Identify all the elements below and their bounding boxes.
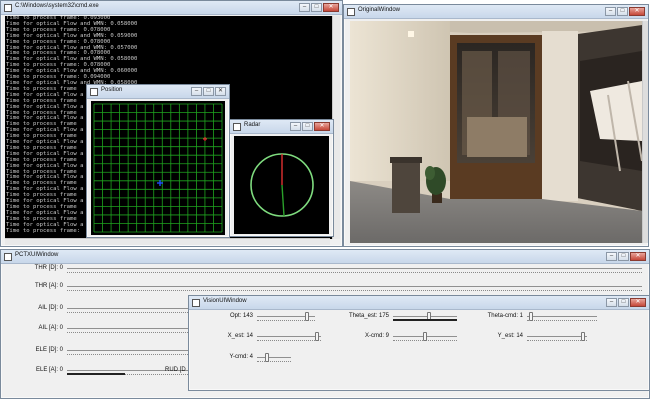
close-button[interactable]: ✕ [630, 298, 646, 307]
cmd-title: C:\Windows\system32\cmd.exe [15, 3, 99, 9]
vision-slider-3: X_est: 14 [189, 330, 321, 342]
minimize-button[interactable]: – [605, 7, 616, 16]
vision-slider-1: Theta_est: 175 [329, 310, 457, 322]
pctx-slider-3-label: AIL [A]: 0 [38, 325, 63, 331]
vision-slider-0-label: Opt: 143 [229, 313, 253, 319]
pctx-slider-2-label: AIL [D]: 0 [38, 305, 63, 311]
radar-window: Radar – □ ✕ [229, 119, 334, 237]
pctx-slider-1: THR [A]: 0 [1, 280, 642, 292]
vision-slider-6: Y-cmd: 4 [189, 351, 291, 363]
vision-slider-6-ticks [257, 359, 291, 362]
position-window: Position – □ ✕ [86, 84, 230, 238]
console-icon [4, 4, 12, 12]
vision-slider-5: Y_est: 14 [469, 330, 587, 342]
minimize-button[interactable]: – [606, 298, 617, 307]
vision-slider-1-track[interactable] [393, 316, 457, 317]
window-icon [90, 88, 98, 96]
minimize-button[interactable]: – [290, 122, 301, 131]
vision-slider-3-ticks [257, 338, 321, 341]
pctx-slider-4-label: ELE [D]: 0 [35, 347, 63, 353]
pctx-slider-5-fill [67, 373, 125, 375]
visionui-window: VisionUIWindow – □ ✕ Opt: 143 Theta_est: … [188, 295, 650, 391]
maximize-button[interactable]: □ [203, 87, 214, 96]
pctx-slider-1-label: THR [A]: 0 [34, 283, 63, 289]
vision-slider-1-fill [393, 319, 457, 321]
original-window: OriginalWindow – □ ✕ [343, 4, 649, 247]
close-button[interactable]: ✕ [215, 87, 226, 96]
close-button[interactable]: ✕ [629, 7, 645, 16]
pctx-slider-0-track[interactable] [67, 268, 642, 269]
vision-slider-2-track[interactable] [527, 316, 597, 317]
pctx-slider-5-label: ELE [A]: 0 [35, 367, 63, 373]
vision-slider-1-label: Theta_est: 175 [348, 313, 389, 319]
window-icon [347, 8, 355, 16]
pctx-slider-1-track[interactable] [67, 286, 642, 287]
vision-slider-2-label: Theta-cmd: 1 [487, 313, 523, 319]
pctx-slider-0-label: THR [D]: 0 [34, 265, 63, 271]
vision-slider-2: Theta-cmd: 1 [469, 310, 597, 322]
vision-slider-2-ticks [527, 318, 597, 321]
camera-image [350, 21, 642, 243]
vision-slider-5-label: Y_est: 14 [497, 333, 523, 339]
minimize-button[interactable]: – [606, 252, 617, 261]
vision-slider-6-label: Y-cmd: 4 [229, 354, 253, 360]
original-titlebar[interactable]: OriginalWindow – □ ✕ [344, 5, 648, 19]
rud-slider-label: RUD [D [165, 367, 186, 373]
vision-slider-3-label: X_est: 14 [227, 333, 253, 339]
maximize-button[interactable]: □ [302, 122, 313, 131]
minimize-button[interactable]: – [191, 87, 202, 96]
close-button[interactable]: ✕ [314, 122, 330, 131]
radar-titlebar[interactable]: Radar – □ ✕ [230, 120, 333, 134]
position-titlebar[interactable]: Position – □ ✕ [87, 85, 229, 99]
position-title: Position [101, 87, 123, 93]
vision-slider-4-label: X-cmd: 9 [364, 333, 389, 339]
vertical-scrollbar[interactable] [642, 21, 648, 243]
vision-slider-2-thumb[interactable] [529, 312, 533, 321]
vision-slider-4-thumb[interactable] [423, 332, 427, 341]
horizontal-scrollbar[interactable] [5, 238, 330, 245]
radar-canvas [234, 136, 329, 234]
vision-slider-3-thumb[interactable] [315, 332, 319, 341]
vision-slider-5-ticks [527, 338, 587, 341]
pctx-slider-1-ticks [67, 288, 642, 291]
radar-title: Radar [244, 122, 261, 128]
vision-slider-0: Opt: 143 [189, 310, 315, 322]
pctx-slider-0: THR [D]: 0 [1, 262, 642, 274]
vision-slider-5-thumb[interactable] [581, 332, 585, 341]
position-grid-canvas [91, 101, 225, 235]
vision-slider-6-thumb[interactable] [265, 353, 269, 362]
cmd-titlebar[interactable]: C:\Windows\system32\cmd.exe – □ ✕ [1, 1, 342, 15]
pctx-slider-0-ticks [67, 270, 642, 273]
window-icon [233, 123, 241, 131]
original-title: OriginalWindow [358, 7, 401, 13]
maximize-button[interactable]: □ [618, 298, 629, 307]
vision-slider-5-track[interactable] [527, 336, 587, 337]
window-icon [4, 253, 12, 261]
minimize-button[interactable]: – [299, 3, 310, 12]
vision-slider-3-track[interactable] [257, 336, 321, 337]
window-icon [192, 299, 200, 307]
pctxui-title: PCTXUIWindow [15, 252, 59, 258]
close-button[interactable]: ✕ [630, 252, 646, 261]
vision-slider-6-track[interactable] [257, 357, 291, 358]
vision-slider-0-thumb[interactable] [305, 312, 309, 321]
maximize-button[interactable]: □ [311, 3, 322, 12]
maximize-button[interactable]: □ [617, 7, 628, 16]
close-button[interactable]: ✕ [323, 3, 339, 12]
visionui-title: VisionUIWindow [203, 298, 247, 304]
maximize-button[interactable]: □ [618, 252, 629, 261]
visionui-titlebar[interactable]: VisionUIWindow – □ ✕ [189, 296, 649, 310]
vision-slider-4: X-cmd: 9 [329, 330, 457, 342]
